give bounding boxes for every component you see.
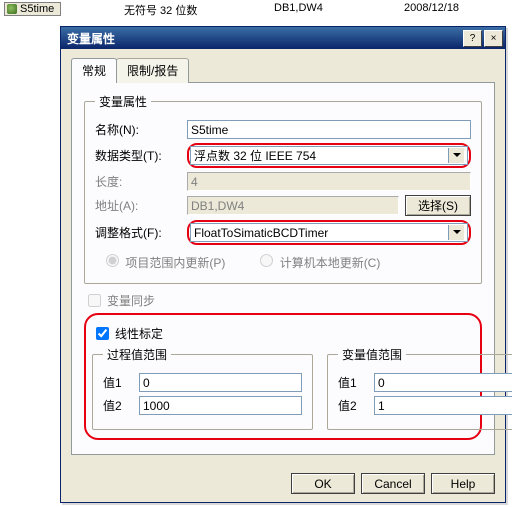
label-datatype: 数据类型(T):: [95, 147, 181, 164]
tab-general[interactable]: 常规: [71, 58, 117, 83]
process-v1-input[interactable]: [139, 373, 302, 392]
datatype-combo[interactable]: 浮点数 32 位 IEEE 754: [190, 146, 468, 165]
col-date: 2008/12/18: [404, 2, 459, 20]
help-button[interactable]: Help: [431, 473, 495, 494]
variable-properties-dialog: 变量属性 ? × 常规 限制/报告 变量属性 名称(N): 数据类型(T): [60, 26, 506, 503]
linear-scaling-area: 线性标定 过程值范围 值1 值2: [84, 313, 482, 440]
tab-limits[interactable]: 限制/报告: [116, 58, 189, 83]
label-format: 调整格式(F):: [95, 224, 181, 241]
help-icon[interactable]: ?: [463, 30, 482, 47]
legend-process: 过程值范围: [103, 346, 171, 363]
close-icon[interactable]: ×: [484, 30, 503, 47]
format-value: FloatToSimaticBCDTimer: [194, 226, 328, 240]
col-datatype: 无符号 32 位数: [124, 2, 274, 20]
label-p-v2: 值2: [103, 397, 131, 414]
chevron-down-icon[interactable]: [448, 225, 464, 240]
legend-variable: 变量值范围: [338, 346, 406, 363]
tab-page-general: 变量属性 名称(N): 数据类型(T): 浮点数 32 位 IEEE 754: [71, 82, 495, 455]
dialog-title: 变量属性: [67, 30, 115, 47]
label-length: 长度:: [95, 173, 181, 190]
datatype-value: 浮点数 32 位 IEEE 754: [194, 147, 316, 164]
chevron-down-icon[interactable]: [448, 148, 464, 163]
col-address: DB1,DW4: [274, 2, 404, 20]
group-process-range: 过程值范围 值1 值2: [92, 346, 313, 430]
var-v1-input[interactable]: [374, 373, 512, 392]
check-sync: 变量同步: [88, 292, 478, 309]
tag-icon: [7, 4, 17, 14]
name-input[interactable]: [187, 120, 471, 139]
label-address: 地址(A):: [95, 197, 181, 214]
legend-attrs: 变量属性: [95, 93, 151, 110]
cancel-button[interactable]: Cancel: [361, 473, 425, 494]
radio-project: 项目范围内更新(P): [101, 251, 225, 271]
tag-chip[interactable]: S5time: [4, 2, 61, 16]
label-v-v2: 值2: [338, 397, 366, 414]
tag-name: S5time: [20, 3, 54, 15]
group-variable-range: 变量值范围 值1 值2: [327, 346, 512, 430]
label-v-v1: 值1: [338, 374, 366, 391]
process-v2-input[interactable]: [139, 396, 302, 415]
select-button[interactable]: 选择(S): [405, 195, 471, 216]
label-p-v1: 值1: [103, 374, 131, 391]
ok-button[interactable]: OK: [291, 473, 355, 494]
check-linear[interactable]: 线性标定: [96, 325, 470, 342]
var-v2-input[interactable]: [374, 396, 512, 415]
label-name: 名称(N):: [95, 121, 181, 138]
format-combo[interactable]: FloatToSimaticBCDTimer: [190, 223, 468, 242]
group-variable-attrs: 变量属性 名称(N): 数据类型(T): 浮点数 32 位 IEEE 754: [84, 93, 482, 284]
titlebar: 变量属性 ? ×: [61, 27, 505, 49]
address-field: [187, 196, 399, 215]
length-field: [187, 172, 471, 191]
radio-computer: 计算机本地更新(C): [255, 251, 380, 271]
